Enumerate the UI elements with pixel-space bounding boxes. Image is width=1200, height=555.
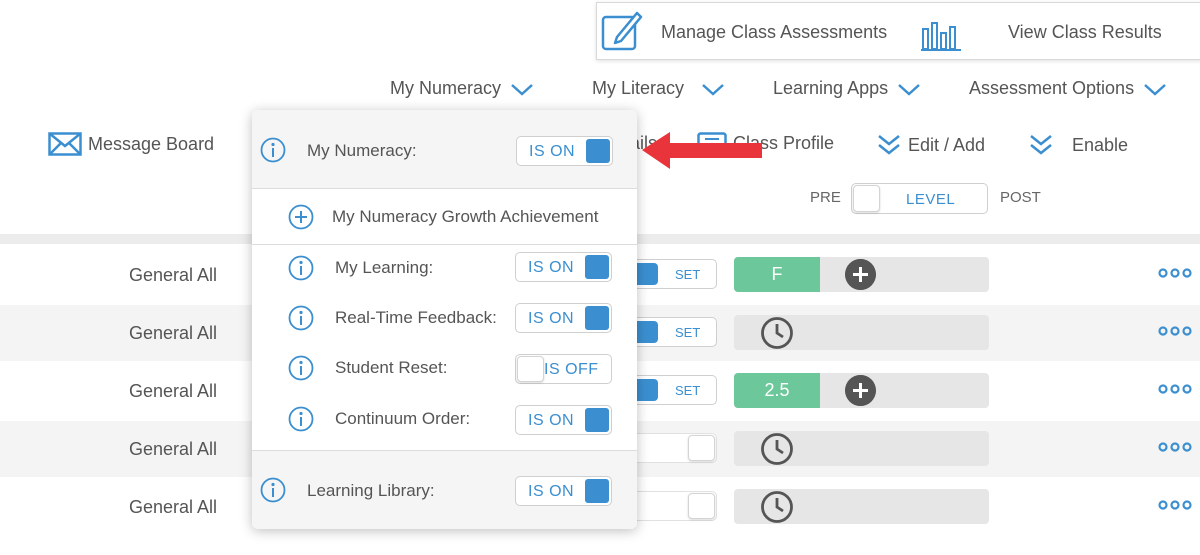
my-learning-toggle[interactable]: IS ON: [515, 252, 612, 282]
nav-assessment-options[interactable]: Assessment Options: [969, 78, 1168, 99]
score-cell: [734, 315, 989, 350]
group-name: General All: [129, 497, 218, 517]
toggle-state: IS ON: [528, 259, 575, 276]
set-label: SET: [675, 383, 701, 398]
chevron-down-icon: [511, 83, 533, 96]
info-icon[interactable]: [288, 355, 314, 381]
info-icon[interactable]: [260, 137, 286, 163]
edit-add-button[interactable]: Edit / Add: [876, 132, 985, 158]
nav-label: My Numeracy: [390, 78, 502, 98]
info-icon[interactable]: [260, 477, 286, 503]
divider: [252, 244, 637, 245]
red-arrow-annotation: [642, 132, 762, 169]
more-options-icon[interactable]: [1158, 325, 1192, 337]
group-name: General All: [129, 381, 218, 401]
info-icon[interactable]: [288, 305, 314, 331]
toggle-state: IS ON: [528, 483, 575, 500]
pre-label: PRE: [810, 189, 841, 206]
learning-library-toggle[interactable]: IS ON: [515, 476, 612, 506]
more-options-icon[interactable]: [1158, 441, 1192, 453]
score-cell: [734, 489, 989, 524]
double-chevron-down-icon: [878, 135, 900, 155]
message-board-button[interactable]: Message Board: [48, 132, 214, 156]
numeracy-toggle[interactable]: IS ON: [516, 136, 613, 166]
score-cell: F: [734, 257, 989, 292]
bar-chart-icon[interactable]: [921, 19, 963, 51]
class-actions-panel: Manage Class Assessments View Class Resu…: [596, 2, 1200, 60]
nav-my-literacy[interactable]: My Literacy: [592, 78, 726, 99]
clock-icon[interactable]: [760, 316, 794, 350]
chevron-down-icon: [702, 83, 724, 96]
message-board-label: Message Board: [88, 133, 215, 154]
grade-badge[interactable]: 2.5: [734, 373, 820, 408]
realtime-feedback-toggle[interactable]: IS ON: [515, 303, 612, 333]
setting-label: Continuum Order:: [335, 409, 471, 428]
manage-assessments-link[interactable]: Manage Class Assessments: [661, 22, 887, 43]
envelope-icon: [48, 132, 82, 156]
nav-label: My Literacy: [592, 78, 685, 98]
post-label: POST: [1000, 189, 1041, 206]
enable-button[interactable]: Enable: [1028, 132, 1128, 158]
clock-icon[interactable]: [760, 432, 794, 466]
more-options-icon[interactable]: [1158, 267, 1192, 279]
clock-icon[interactable]: [760, 490, 794, 524]
toggle-state: IS OFF: [544, 361, 599, 378]
level-value: LEVEL: [906, 191, 956, 208]
set-label: SET: [675, 267, 701, 282]
info-icon[interactable]: [288, 255, 314, 281]
level-toggle[interactable]: LEVEL: [851, 183, 988, 214]
add-circle-icon[interactable]: [845, 375, 876, 406]
set-label: SET: [675, 325, 701, 340]
numeracy-label: My Numeracy:: [307, 141, 417, 160]
score-cell: 2.5: [734, 373, 989, 408]
edit-add-label: Edit / Add: [908, 134, 986, 155]
more-options-icon[interactable]: [1158, 383, 1192, 395]
nav-my-numeracy[interactable]: My Numeracy: [390, 78, 535, 99]
add-circle-icon[interactable]: [845, 259, 876, 290]
toggle-state: IS ON: [529, 143, 576, 160]
growth-achievement-link[interactable]: My Numeracy Growth Achievement: [332, 207, 598, 227]
double-chevron-down-icon: [1030, 135, 1052, 155]
nav-learning-apps[interactable]: Learning Apps: [773, 78, 922, 99]
learning-library-label: Learning Library:: [307, 481, 435, 500]
nav-label: Assessment Options: [969, 78, 1135, 98]
setting-label: Student Reset:: [335, 358, 448, 377]
enable-label: Enable: [1072, 134, 1129, 155]
score-cell: [734, 431, 989, 466]
view-results-link[interactable]: View Class Results: [1008, 22, 1162, 43]
edit-icon[interactable]: [601, 7, 643, 53]
group-name: General All: [129, 323, 218, 343]
numeracy-dropdown-panel: My Numeracy: IS ON My Numeracy Growth Ac…: [252, 110, 637, 529]
chevron-down-icon: [1144, 83, 1166, 96]
more-options-icon[interactable]: [1158, 499, 1192, 511]
add-circle-outline-icon[interactable]: [288, 204, 314, 230]
setting-label: My Learning:: [335, 258, 434, 277]
setting-label: Real-Time Feedback:: [335, 308, 497, 327]
chevron-down-icon: [898, 83, 920, 96]
group-name: General All: [129, 439, 218, 459]
group-name: General All: [129, 265, 218, 285]
toggle-state: IS ON: [528, 412, 575, 429]
grade-badge[interactable]: F: [734, 257, 820, 292]
student-reset-toggle[interactable]: IS OFF: [515, 354, 612, 384]
info-icon[interactable]: [288, 406, 314, 432]
toggle-state: IS ON: [528, 310, 575, 327]
toggle-knob: [853, 185, 880, 212]
nav-label: Learning Apps: [773, 78, 889, 98]
continuum-order-toggle[interactable]: IS ON: [515, 405, 612, 435]
